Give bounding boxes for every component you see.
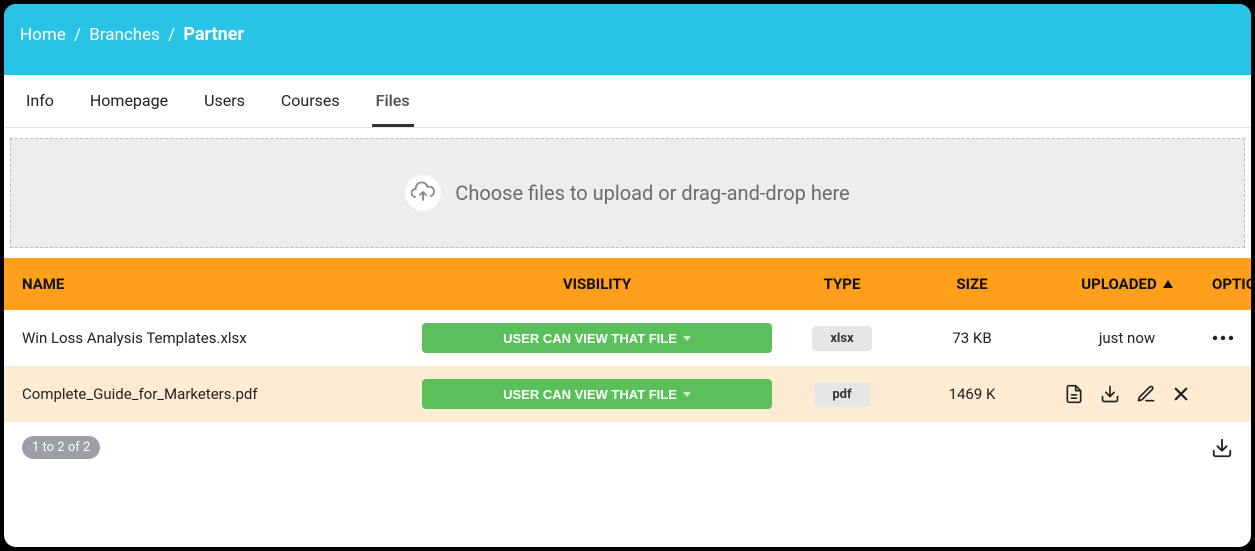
visibility-label: USER CAN VIEW THAT FILE — [503, 331, 677, 346]
file-icon[interactable] — [1064, 384, 1084, 404]
file-uploaded — [1042, 384, 1212, 404]
app-frame: Home / Branches / Partner Info Homepage … — [4, 4, 1251, 547]
download-icon[interactable] — [1100, 384, 1120, 404]
upload-text: Choose files to upload or drag-and-drop … — [455, 181, 849, 205]
file-name[interactable]: Complete_Guide_for_Marketers.pdf — [22, 385, 412, 403]
header-bar: Home / Branches / Partner — [4, 4, 1251, 75]
visibility-label: USER CAN VIEW THAT FILE — [503, 387, 677, 402]
sort-asc-icon — [1163, 280, 1173, 288]
column-options: OPTIONS — [1212, 275, 1251, 293]
breadcrumb-sep: / — [168, 25, 175, 45]
breadcrumb-current: Partner — [183, 24, 244, 45]
file-name[interactable]: Win Loss Analysis Templates.xlsx — [22, 329, 412, 347]
column-visibility[interactable]: VISBILITY — [412, 275, 782, 293]
tab-users[interactable]: Users — [200, 75, 249, 127]
tabs: Info Homepage Users Courses Files — [4, 75, 1251, 128]
chevron-down-icon — [683, 392, 691, 397]
file-uploaded: just now — [1042, 329, 1212, 347]
more-options-icon[interactable] — [1212, 335, 1234, 341]
column-size[interactable]: SIZE — [902, 275, 1042, 293]
table-header: NAME VISBILITY TYPE SIZE UPLOADED OPTION… — [4, 258, 1251, 310]
visibility-dropdown[interactable]: USER CAN VIEW THAT FILE — [422, 379, 772, 409]
breadcrumb-sep: / — [74, 25, 81, 45]
column-name[interactable]: NAME — [22, 275, 412, 293]
table-footer: 1 to 2 of 2 — [4, 422, 1251, 473]
breadcrumb-branches[interactable]: Branches — [89, 25, 160, 45]
tab-files[interactable]: Files — [372, 75, 414, 127]
breadcrumb-home[interactable]: Home — [20, 25, 66, 45]
tab-homepage[interactable]: Homepage — [86, 75, 172, 127]
files-table: NAME VISBILITY TYPE SIZE UPLOADED OPTION… — [4, 258, 1251, 422]
tab-info[interactable]: Info — [22, 75, 58, 127]
pager-info: 1 to 2 of 2 — [22, 436, 100, 459]
file-type-badge: xlsx — [812, 326, 871, 351]
download-all-icon[interactable] — [1211, 437, 1233, 459]
breadcrumb: Home / Branches / Partner — [20, 24, 1235, 45]
upload-dropzone[interactable]: Choose files to upload or drag-and-drop … — [10, 138, 1245, 248]
cloud-upload-icon — [405, 175, 441, 211]
file-type-badge: pdf — [814, 382, 869, 407]
tab-courses[interactable]: Courses — [277, 75, 344, 127]
chevron-down-icon — [683, 336, 691, 341]
table-row: Complete_Guide_for_Marketers.pdf USER CA… — [4, 366, 1251, 422]
table-row: Win Loss Analysis Templates.xlsx USER CA… — [4, 310, 1251, 366]
file-size: 1469 K — [902, 385, 1042, 403]
visibility-dropdown[interactable]: USER CAN VIEW THAT FILE — [422, 323, 772, 353]
close-icon[interactable] — [1172, 385, 1190, 403]
column-uploaded-label: UPLOADED — [1081, 275, 1156, 293]
edit-icon[interactable] — [1136, 384, 1156, 404]
file-size: 73 KB — [902, 329, 1042, 347]
column-uploaded[interactable]: UPLOADED — [1042, 275, 1212, 293]
column-type[interactable]: TYPE — [782, 275, 902, 293]
